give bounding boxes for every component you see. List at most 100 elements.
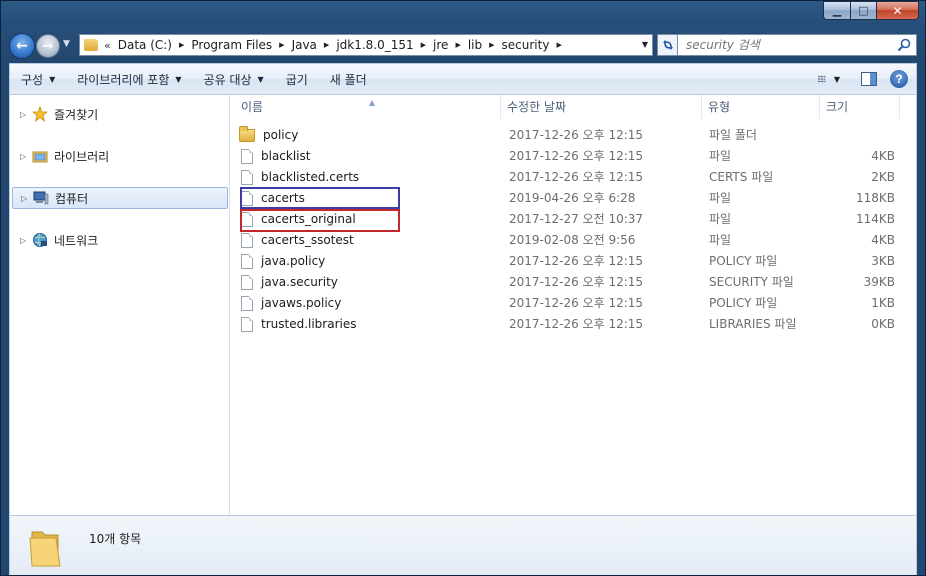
file-list-pane: 이름 ▲ 수정한 날짜 유형 크기 policy 2017-12-26 오후 12… — [231, 95, 916, 515]
close-button[interactable]: ✕ — [876, 1, 919, 20]
burn-label: 굽기 — [285, 72, 308, 87]
file-size: 118KB — [855, 191, 895, 205]
share-with-button[interactable]: 공유 대상 ▼ — [193, 64, 275, 94]
folder-icon — [239, 126, 255, 142]
column-label: 이름 — [241, 100, 264, 114]
preview-pane-button[interactable] — [858, 68, 880, 90]
file-type: 파일 — [709, 212, 732, 226]
breadcrumb-separator-icon[interactable]: ▶ — [553, 41, 564, 49]
file-name-cell: blacklist — [241, 146, 310, 167]
column-label: 수정한 날짜 — [507, 100, 567, 114]
maximize-icon: □ — [858, 4, 869, 17]
preview-pane-icon — [861, 72, 877, 86]
nav-label: 네트워크 — [54, 233, 99, 248]
file-date: 2017-12-26 오후 12:15 — [509, 275, 644, 289]
help-button[interactable]: ? — [888, 68, 910, 90]
maximize-button[interactable]: □ — [850, 1, 876, 20]
file-type: SECURITY 파일 — [709, 275, 794, 289]
annotation-box-blue — [240, 187, 400, 209]
search-icon[interactable] — [897, 38, 911, 52]
file-row[interactable]: java.policy 2017-12-26 오후 12:15 POLICY 파일 3… — [231, 251, 921, 272]
breadcrumb-separator-icon[interactable]: ▶ — [276, 41, 287, 49]
organize-label: 구성 — [21, 72, 44, 87]
address-dropdown-icon[interactable]: ▼ — [642, 40, 648, 49]
file-row[interactable]: cacerts_ssotest 2019-02-08 오전 9:56 파일 4KB — [231, 230, 921, 251]
expand-arrow-icon[interactable]: ▷ — [20, 110, 30, 119]
view-options-button[interactable]: ▼ — [818, 68, 840, 90]
explorer-window: ▁ □ ✕ ← → ▼ « Data (C:) ▶ Program Files ▶ Ja… — [0, 0, 926, 576]
file-type: LIBRARIES 파일 — [709, 317, 797, 331]
sort-ascending-icon: ▲ — [369, 98, 376, 107]
address-bar[interactable]: « Data (C:) ▶ Program Files ▶ Java ▶ jdk1.8.0_… — [79, 34, 653, 56]
file-icon — [241, 233, 253, 248]
breadcrumb-item[interactable]: Java — [288, 38, 321, 52]
view-list-icon — [818, 75, 826, 83]
breadcrumb-separator-icon[interactable]: ▶ — [176, 41, 187, 49]
search-box[interactable] — [677, 34, 917, 56]
expand-arrow-icon[interactable]: ▷ — [21, 194, 31, 203]
chevron-down-icon: ▼ — [833, 74, 840, 84]
toolbar-right: ▼ ? — [818, 68, 910, 90]
breadcrumb-item[interactable]: lib — [464, 38, 486, 52]
breadcrumb-overflow-button[interactable]: « — [104, 39, 111, 52]
organize-button[interactable]: 구성 ▼ — [10, 64, 66, 94]
file-date: 2017-12-26 오후 12:15 — [509, 296, 644, 310]
new-folder-button[interactable]: 새 폴더 — [319, 64, 378, 94]
file-size: 114KB — [855, 212, 895, 226]
expand-arrow-icon[interactable]: ▷ — [20, 236, 30, 245]
file-name-cell: blacklisted.certs — [241, 167, 359, 188]
caption-buttons: ▁ □ ✕ — [823, 1, 919, 20]
file-type: 파일 — [709, 149, 732, 163]
nav-item-computer[interactable]: ▷ 컴퓨터 — [12, 187, 228, 209]
expand-arrow-icon[interactable]: ▷ — [20, 152, 30, 161]
command-bar: 구성 ▼ 라이브러리에 포함 ▼ 공유 대상 ▼ 굽기 새 폴더 ▼ ? — [9, 63, 917, 95]
breadcrumb-item[interactable]: Program Files — [187, 38, 276, 52]
column-header-name[interactable]: 이름 ▲ — [235, 95, 501, 119]
file-row[interactable]: blacklist 2017-12-26 오후 12:15 파일 4KB — [231, 146, 921, 167]
column-header-type[interactable]: 유형 — [702, 95, 820, 119]
file-type: CERTS 파일 — [709, 170, 774, 184]
file-row[interactable]: javaws.policy 2017-12-26 오후 12:15 POLICY 파… — [231, 293, 921, 314]
nav-item-favorites[interactable]: ▷ 즐겨찾기 — [10, 103, 228, 125]
help-icon: ? — [890, 70, 908, 88]
file-row[interactable]: policy 2017-12-26 오후 12:15 파일 폴더 — [231, 125, 921, 146]
star-icon — [32, 106, 48, 122]
file-icon — [241, 275, 253, 290]
search-input[interactable] — [686, 38, 886, 52]
recent-pages-dropdown[interactable]: ▼ — [63, 39, 70, 49]
file-name: policy — [263, 128, 299, 142]
burn-button[interactable]: 굽기 — [275, 64, 319, 94]
breadcrumb-separator-icon[interactable]: ▶ — [321, 41, 332, 49]
file-name: java.policy — [261, 254, 326, 268]
file-icon — [241, 296, 253, 311]
file-name-cell: policy — [239, 125, 299, 146]
breadcrumb-separator-icon[interactable]: ▶ — [418, 41, 429, 49]
breadcrumb-item[interactable]: Data (C:) — [114, 38, 176, 52]
file-row[interactable]: trusted.libraries 2017-12-26 오후 12:15 LIBR… — [231, 314, 921, 335]
column-header-size[interactable]: 크기 — [820, 95, 900, 119]
file-row[interactable]: java.security 2017-12-26 오후 12:15 SECURITY… — [231, 272, 921, 293]
breadcrumb-item[interactable]: jre — [429, 38, 452, 52]
file-name: java.security — [261, 275, 338, 289]
file-size: 4KB — [871, 149, 895, 163]
details-pane: 10개 항목 — [9, 515, 917, 575]
minimize-icon: ▁ — [832, 4, 842, 17]
nav-item-network[interactable]: ▷ 네트워크 — [10, 229, 228, 251]
file-size: 1KB — [871, 296, 895, 310]
breadcrumb-separator-icon[interactable]: ▶ — [452, 41, 463, 49]
refresh-button[interactable] — [657, 34, 679, 56]
include-in-library-button[interactable]: 라이브러리에 포함 ▼ — [66, 64, 192, 94]
column-header-date[interactable]: 수정한 날짜 — [501, 95, 702, 119]
breadcrumb-item[interactable]: security — [498, 38, 554, 52]
breadcrumb-separator-icon[interactable]: ▶ — [486, 41, 497, 49]
new-folder-label: 새 폴더 — [329, 72, 367, 87]
back-button[interactable]: ← — [9, 33, 35, 59]
file-icon — [241, 317, 253, 332]
annotation-box-red — [240, 209, 400, 232]
minimize-button[interactable]: ▁ — [823, 1, 850, 20]
nav-item-libraries[interactable]: ▷ 라이브러리 — [10, 145, 228, 167]
file-name: cacerts_ssotest — [261, 233, 354, 247]
file-row[interactable]: blacklisted.certs 2017-12-26 오후 12:15 CERT… — [231, 167, 921, 188]
forward-button[interactable]: → — [36, 34, 60, 58]
breadcrumb-item[interactable]: jdk1.8.0_151 — [332, 38, 417, 52]
